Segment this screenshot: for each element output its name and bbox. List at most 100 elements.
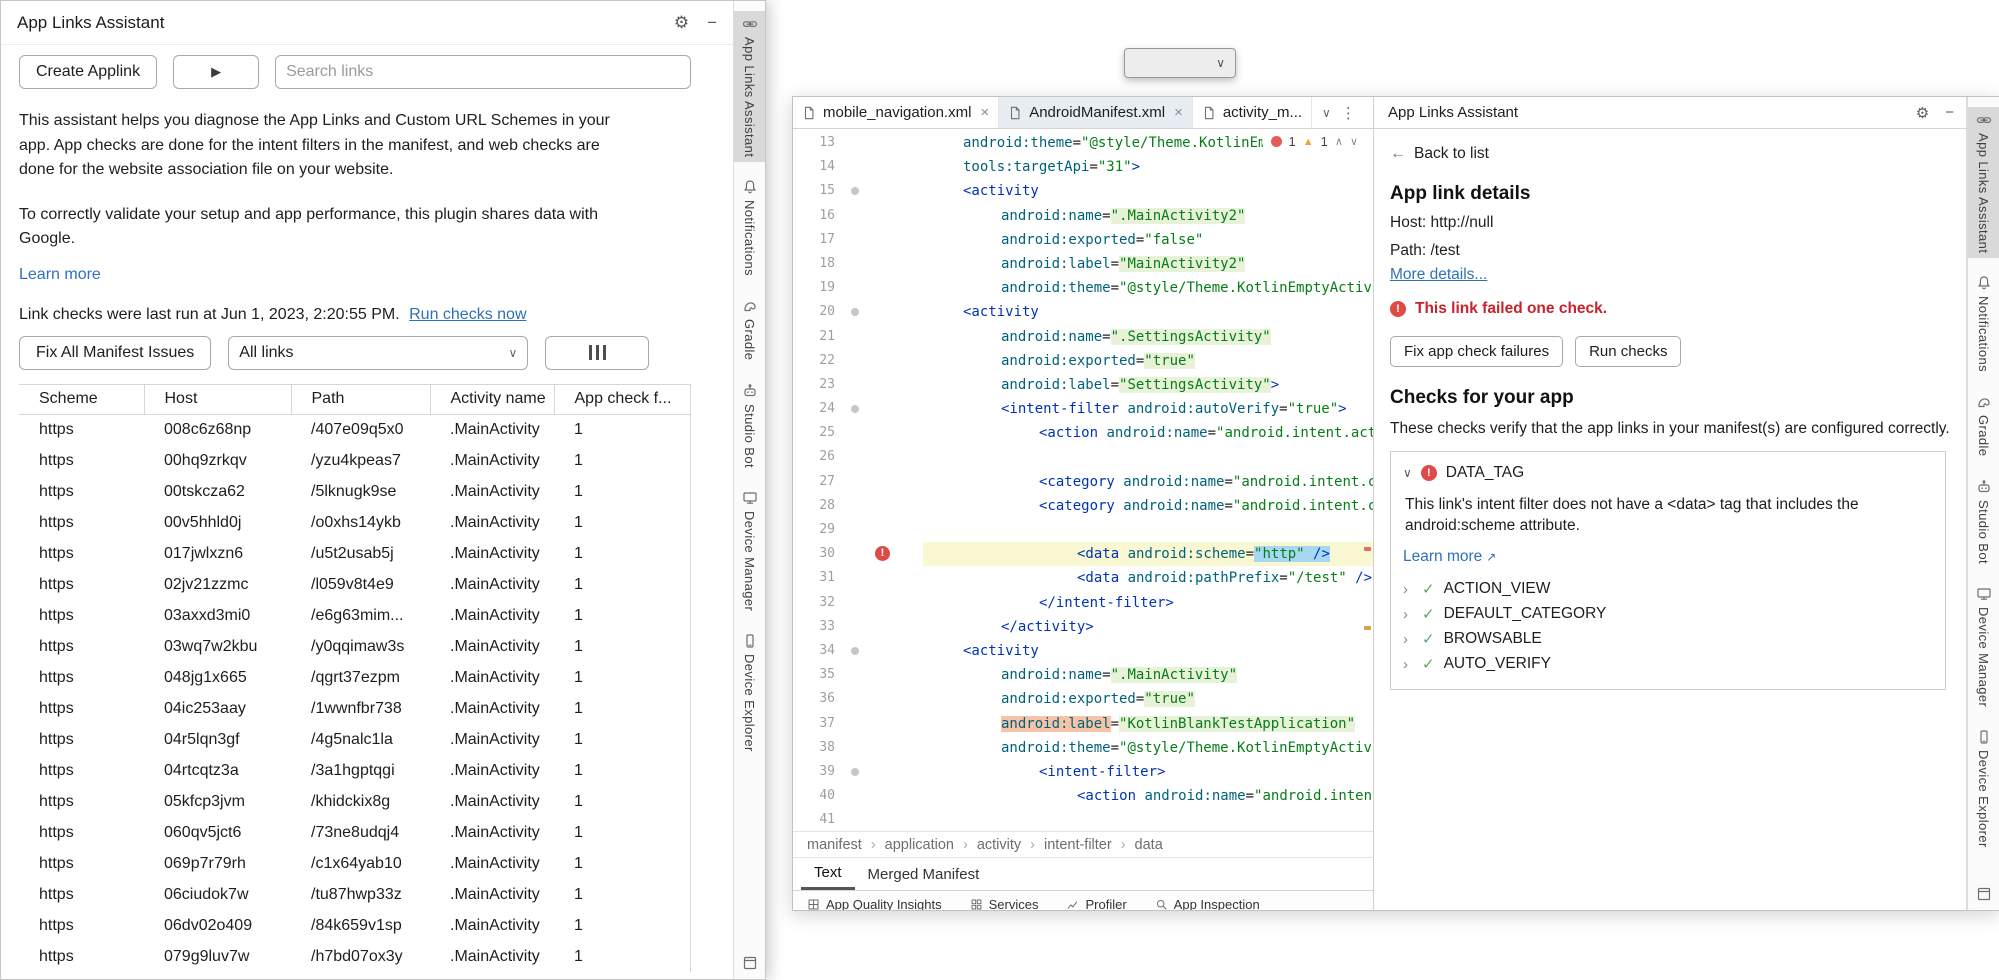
table-row[interactable]: https00v5hhld0j/o0xhs14ykb.MainActivity1 [19, 507, 691, 538]
column-header[interactable]: Activity name [430, 384, 554, 414]
tool-strip-item-device-manager[interactable]: Device Manager [734, 485, 765, 616]
tool-window-button[interactable]: App Quality Insights [807, 891, 942, 910]
code-line[interactable]: 15<activity [793, 179, 1373, 203]
code-line[interactable]: 17android:exported="false" [793, 228, 1373, 252]
gutter-fold-icon[interactable] [851, 405, 859, 413]
window-icon[interactable] [742, 955, 758, 971]
gear-icon[interactable]: ⚙ [674, 13, 689, 33]
tool-strip-item-app-links-assistant[interactable]: App Links Assistant [734, 11, 765, 162]
code-line[interactable]: 18android:label="MainActivity2" [793, 252, 1373, 276]
table-row[interactable]: https017jwlxzn6/u5t2usab5j.MainActivity1 [19, 538, 691, 569]
gutter-fold-icon[interactable] [851, 308, 859, 316]
tabs-more-icon[interactable]: ⋮ [1341, 104, 1356, 122]
code-line[interactable]: 39<intent-filter> [793, 760, 1373, 784]
close-icon[interactable]: × [1174, 104, 1183, 121]
tool-strip-item-notifications[interactable]: Notifications [1968, 270, 1999, 377]
code-line[interactable]: 14tools:targetApi="31"> [793, 155, 1373, 179]
code-line[interactable]: 23android:label="SettingsActivity"> [793, 373, 1373, 397]
tool-window-button[interactable]: Services [970, 891, 1039, 910]
code-line[interactable]: 30!<data android:scheme="http" /> [793, 542, 1373, 566]
tool-strip-item-device-manager[interactable]: Device Manager [1968, 581, 1999, 712]
learn-more-link[interactable]: Learn more ↗ [1403, 548, 1496, 566]
code-line[interactable]: 25<action android:name="android.intent.a… [793, 421, 1373, 445]
table-row[interactable]: https04r5lqn3gf/4g5nalc1la.MainActivity1 [19, 724, 691, 755]
fix-all-manifest-issues-button[interactable]: Fix All Manifest Issues [19, 336, 211, 370]
run-checks-now-link[interactable]: Run checks now [409, 306, 526, 323]
code-line[interactable]: 35android:name=".MainActivity" [793, 663, 1373, 687]
passed-check-row[interactable]: ›✓AUTO_VERIFY [1403, 655, 1933, 673]
gutter-error-icon[interactable]: ! [875, 546, 890, 561]
table-row[interactable]: https03wq7w2kbu/y0qqimaw3s.MainActivity1 [19, 631, 691, 662]
table-row[interactable]: https008c6z68np/407e09q5x0.MainActivity1 [19, 414, 691, 445]
prev-issue-icon[interactable]: ∧ [1335, 135, 1343, 148]
table-row[interactable]: https00hq9zrkqv/yzu4kpeas7.MainActivity1 [19, 445, 691, 476]
run-link-button[interactable]: ▶ [173, 55, 259, 89]
passed-check-row[interactable]: ›✓BROWSABLE [1403, 630, 1933, 648]
table-row[interactable]: https069p7r79rh/c1x64yab10.MainActivity1 [19, 848, 691, 879]
table-row[interactable]: https04ic253aay/1wwnfbr738.MainActivity1 [19, 693, 691, 724]
breadcrumb-item[interactable]: intent-filter [1044, 837, 1112, 853]
editor-tab[interactable]: mobile_navigation.xml× [793, 97, 999, 128]
editor-mode-tab[interactable]: Text [801, 858, 855, 890]
fix-app-check-failures-button[interactable]: Fix app check failures [1390, 336, 1563, 367]
table-row[interactable]: https060qv5jct6/73ne8udqj4.MainActivity1 [19, 817, 691, 848]
tabs-overflow-chevron-icon[interactable]: ∨ [1322, 106, 1331, 120]
table-row[interactable]: https079g9luv7w/h7bd07ox3y.MainActivity1 [19, 941, 691, 972]
inspections-widget[interactable]: 1 ▲ 1 ∧ ∨ [1262, 132, 1367, 151]
code-line[interactable]: 27<category android:name="android.intent… [793, 470, 1373, 494]
more-details-link[interactable]: More details... [1390, 266, 1487, 284]
table-row[interactable]: https02jv21zzmc/l059v8t4e9.MainActivity1 [19, 569, 691, 600]
chevron-down-icon[interactable]: ∨ [1216, 56, 1225, 70]
tool-strip-item-gradle[interactable]: Gradle [1968, 389, 1999, 461]
code-line[interactable]: 19android:theme="@style/Theme.KotlinEmpt… [793, 276, 1373, 300]
table-row[interactable]: https06dv02o409/84k659v1sp.MainActivity1 [19, 910, 691, 941]
table-row[interactable]: https04rtcqtz3a/3a1hgptqgi.MainActivity1 [19, 755, 691, 786]
code-line[interactable]: 38android:theme="@style/Theme.KotlinEmpt… [793, 736, 1373, 760]
passed-check-row[interactable]: ›✓DEFAULT_CATEGORY [1403, 605, 1933, 623]
breadcrumb-item[interactable]: data [1135, 837, 1163, 853]
table-row[interactable]: https06ciudok7w/tu87hwp33z.MainActivity1 [19, 879, 691, 910]
search-links-input[interactable] [275, 55, 691, 89]
column-settings-button[interactable] [545, 336, 649, 370]
learn-more-link[interactable]: Learn more [19, 266, 101, 284]
code-line[interactable]: 37android:label="KotlinBlankTestApplicat… [793, 712, 1373, 736]
code-line[interactable]: 31<data android:pathPrefix="/test" /> [793, 566, 1373, 590]
code-line[interactable]: 26 [793, 445, 1373, 469]
code-line[interactable]: 36android:exported="true" [793, 687, 1373, 711]
code-line[interactable]: 22android:exported="true" [793, 349, 1373, 373]
code-line[interactable]: 29 [793, 518, 1373, 542]
tool-strip-item-notifications[interactable]: Notifications [734, 174, 765, 281]
minimize-icon[interactable]: − [1945, 104, 1954, 121]
tool-strip-item-studio-bot[interactable]: Studio Bot [1968, 474, 1999, 569]
minimize-icon[interactable]: − [707, 13, 717, 33]
tool-strip-item-gradle[interactable]: Gradle [734, 293, 765, 365]
code-line[interactable]: 28<category android:name="android.intent… [793, 494, 1373, 518]
column-header[interactable]: Path [291, 384, 430, 414]
code-line[interactable]: 21android:name=".SettingsActivity" [793, 325, 1373, 349]
code-editor[interactable]: 13android:theme="@style/Theme.KotlinEmp1… [793, 129, 1373, 831]
code-line[interactable]: 20<activity [793, 300, 1373, 324]
code-line[interactable]: 32</intent-filter> [793, 591, 1373, 615]
close-icon[interactable]: × [980, 104, 989, 121]
run-checks-button[interactable]: Run checks [1575, 336, 1681, 367]
gear-icon[interactable]: ⚙ [1916, 104, 1929, 122]
links-filter-dropdown[interactable]: All links ∨ [228, 336, 528, 370]
breadcrumb-item[interactable]: activity [977, 837, 1021, 853]
next-issue-icon[interactable]: ∨ [1350, 135, 1358, 148]
column-header[interactable]: Host [144, 384, 291, 414]
code-line[interactable]: 33</activity> [793, 615, 1373, 639]
table-row[interactable]: https048jg1x665/qgrt37ezpm.MainActivity1 [19, 662, 691, 693]
table-row[interactable]: https00tskcza62/5lknugk9se.MainActivity1 [19, 476, 691, 507]
window-icon[interactable] [1976, 886, 1992, 902]
column-header[interactable]: Scheme [19, 384, 144, 414]
tool-window-button[interactable]: App Inspection [1155, 891, 1260, 910]
code-line[interactable]: 34<activity [793, 639, 1373, 663]
tool-strip-item-app-links-assistant[interactable]: App Links Assistant [1968, 107, 1999, 258]
create-applink-button[interactable]: Create Applink [19, 55, 157, 89]
code-line[interactable]: 16android:name=".MainActivity2" [793, 204, 1373, 228]
tool-strip-item-studio-bot[interactable]: Studio Bot [734, 378, 765, 473]
gutter-fold-icon[interactable] [851, 647, 859, 655]
code-line[interactable]: 41 [793, 808, 1373, 831]
breadcrumb-item[interactable]: manifest [807, 837, 862, 853]
back-to-list-link[interactable]: ← Back to list [1390, 145, 1489, 163]
